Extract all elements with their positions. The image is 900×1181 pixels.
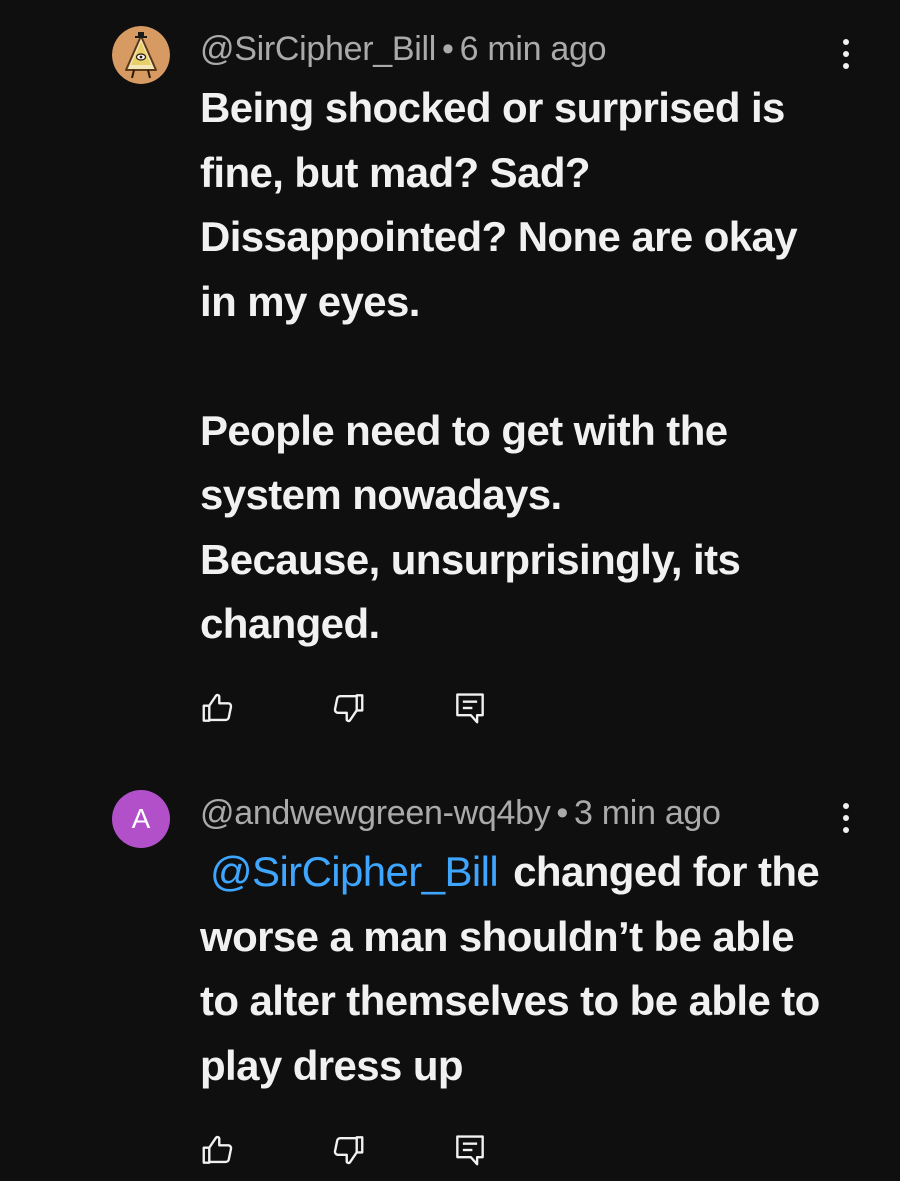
comment-author[interactable]: @andwewgreen-wq4by: [200, 794, 551, 832]
more-options-button[interactable]: [830, 798, 862, 838]
comment-author[interactable]: @SirCipher_Bill: [200, 30, 436, 68]
comment-body: @SirCipher_Bill changed for the worse a …: [200, 840, 840, 1098]
meta-separator: •: [441, 30, 454, 68]
avatar[interactable]: A: [112, 790, 170, 848]
bill-cipher-avatar-icon: [112, 26, 170, 84]
comment-paragraph: Because, unsurprisingly, its changed.: [200, 535, 741, 648]
dislike-icon: [333, 694, 364, 723]
like-icon: [202, 693, 233, 722]
more-dot: [843, 803, 849, 809]
comment-paragraph: @SirCipher_Bill changed for the worse a …: [200, 840, 840, 1098]
comment-timestamp[interactable]: 3 min ago: [574, 794, 721, 832]
dislike-button[interactable]: [326, 686, 370, 730]
more-options-button[interactable]: [830, 34, 862, 74]
like-button[interactable]: [196, 1128, 240, 1172]
like-icon: [202, 1135, 233, 1164]
reply-icon: [456, 693, 484, 724]
like-button[interactable]: [196, 686, 240, 730]
comment-meta: @SirCipher_Bill • 6 min ago: [200, 30, 607, 69]
more-dot: [843, 827, 849, 833]
reply-button[interactable]: [448, 1128, 492, 1172]
more-dot: [843, 63, 849, 69]
comment-meta: @andwewgreen-wq4by • 3 min ago: [200, 794, 721, 833]
more-dot: [843, 51, 849, 57]
comment-paragraph: [200, 334, 840, 399]
comment-timestamp[interactable]: 6 min ago: [460, 30, 607, 68]
comment-paragraph: People need to get with the system nowad…: [200, 406, 728, 519]
dislike-button[interactable]: [326, 1128, 370, 1172]
more-dot: [843, 815, 849, 821]
comment-body: Being shocked or surprised is fine, but …: [200, 76, 840, 657]
reply-icon: [456, 1135, 484, 1166]
dislike-icon: [333, 1136, 364, 1165]
comment-paragraph: Being shocked or surprised is fine, but …: [200, 84, 798, 325]
mention-link[interactable]: @SirCipher_Bill: [210, 848, 499, 895]
avatar[interactable]: [112, 26, 170, 84]
meta-separator: •: [556, 794, 569, 832]
avatar-letter: A: [131, 803, 151, 834]
more-dot: [843, 39, 849, 45]
reply-button[interactable]: [448, 686, 492, 730]
